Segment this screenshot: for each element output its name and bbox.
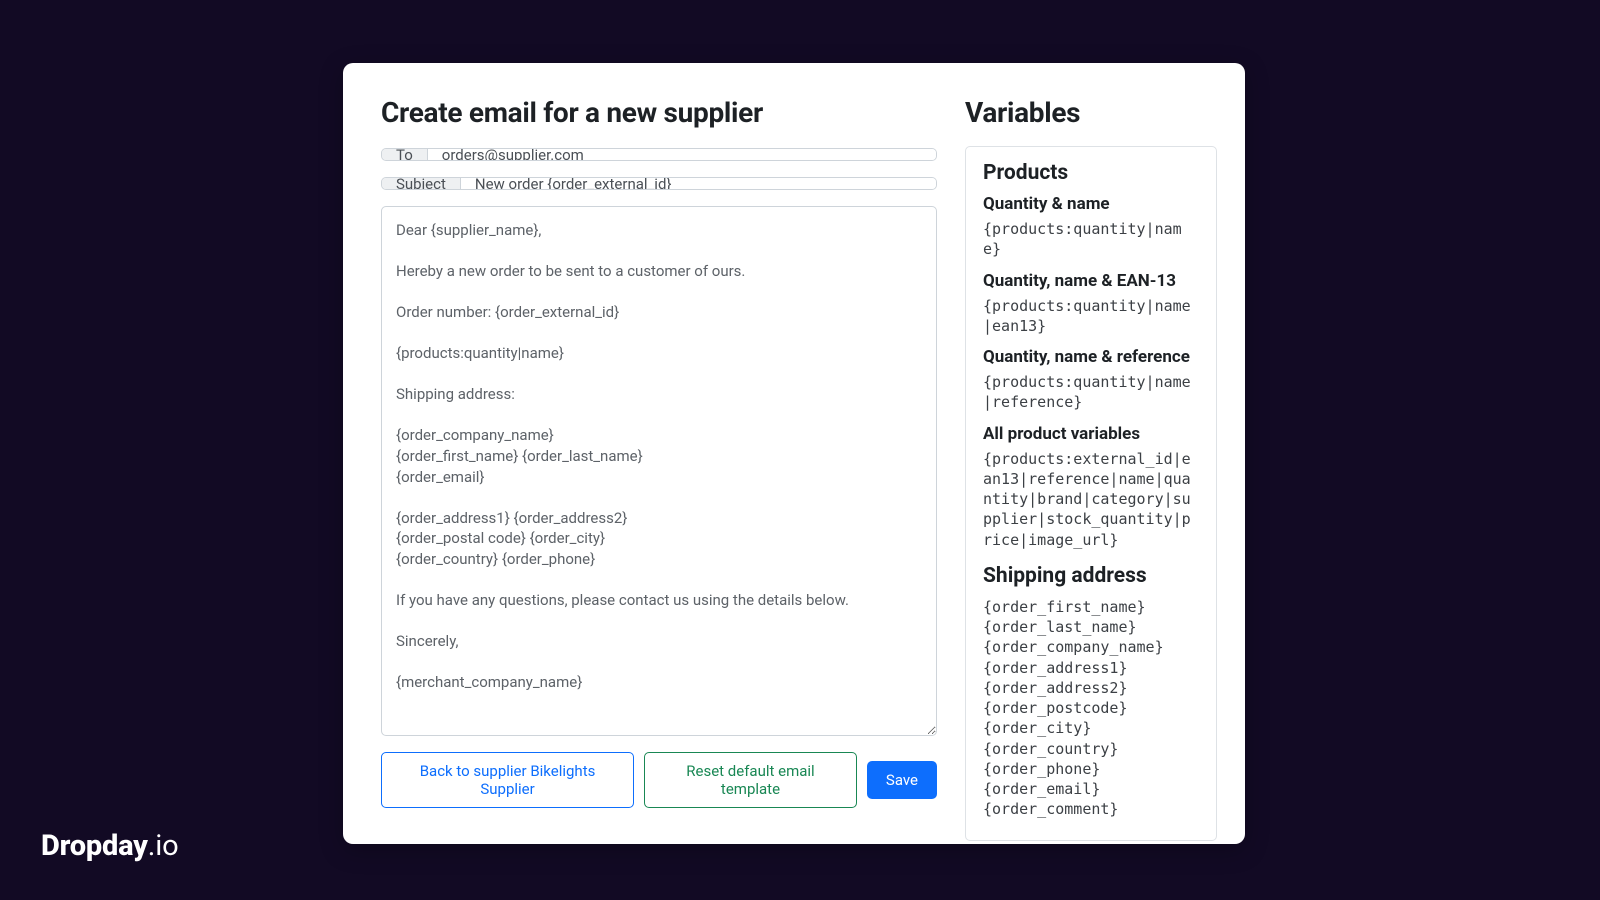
variables-panel: Products Quantity & name {products:quant…: [965, 146, 1217, 841]
shipping-var: {order_city}: [983, 718, 1199, 738]
shipping-var: {order_company_name}: [983, 637, 1199, 657]
save-button[interactable]: Save: [867, 761, 937, 799]
shipping-var: {order_comment}: [983, 799, 1199, 819]
brand-logo: Dropday.io: [41, 829, 178, 863]
to-input-group: To: [381, 148, 937, 161]
variable-code: {products:quantity|name}: [983, 219, 1199, 260]
variable-label: All product variables: [983, 424, 1199, 444]
shipping-var: {order_address1}: [983, 658, 1199, 678]
shipping-var: {order_first_name}: [983, 597, 1199, 617]
variable-label: Quantity, name & EAN-13: [983, 271, 1199, 291]
subject-input[interactable]: [461, 178, 936, 189]
variable-label: Quantity & name: [983, 194, 1199, 214]
variables-title: Variables: [965, 96, 1217, 129]
variable-label: Quantity, name & reference: [983, 347, 1199, 367]
to-label: To: [382, 149, 428, 160]
shipping-var: {order_address2}: [983, 678, 1199, 698]
subject-label: Subject: [382, 178, 461, 189]
brand-name-light: .io: [148, 829, 179, 863]
variable-code: {products:external_id|ean13|reference|na…: [983, 449, 1199, 550]
reset-button[interactable]: Reset default email template: [644, 752, 857, 808]
email-template-card: Create email for a new supplier To Subje…: [343, 63, 1245, 844]
variable-code: {products:quantity|name|ean13}: [983, 296, 1199, 337]
shipping-var: {order_phone}: [983, 759, 1199, 779]
shipping-heading: Shipping address: [983, 564, 1199, 588]
shipping-var: {order_country}: [983, 739, 1199, 759]
back-button[interactable]: Back to supplier Bikelights Supplier: [381, 752, 634, 808]
shipping-var: {order_email}: [983, 779, 1199, 799]
shipping-var: {order_postcode}: [983, 698, 1199, 718]
shipping-var: {order_last_name}: [983, 617, 1199, 637]
button-row: Back to supplier Bikelights Supplier Res…: [381, 752, 937, 808]
body-textarea[interactable]: [381, 206, 937, 736]
to-input[interactable]: [428, 149, 936, 160]
form-column: Create email for a new supplier To Subje…: [381, 96, 937, 808]
variable-code: {products:quantity|name|reference}: [983, 372, 1199, 413]
variables-column: Variables Products Quantity & name {prod…: [965, 96, 1217, 808]
products-heading: Products: [983, 161, 1199, 185]
page-title: Create email for a new supplier: [381, 96, 937, 129]
shipping-vars-list: {order_first_name} {order_last_name} {or…: [983, 597, 1199, 820]
subject-input-group: Subject: [381, 177, 937, 190]
brand-name-bold: Dropday: [41, 829, 148, 863]
